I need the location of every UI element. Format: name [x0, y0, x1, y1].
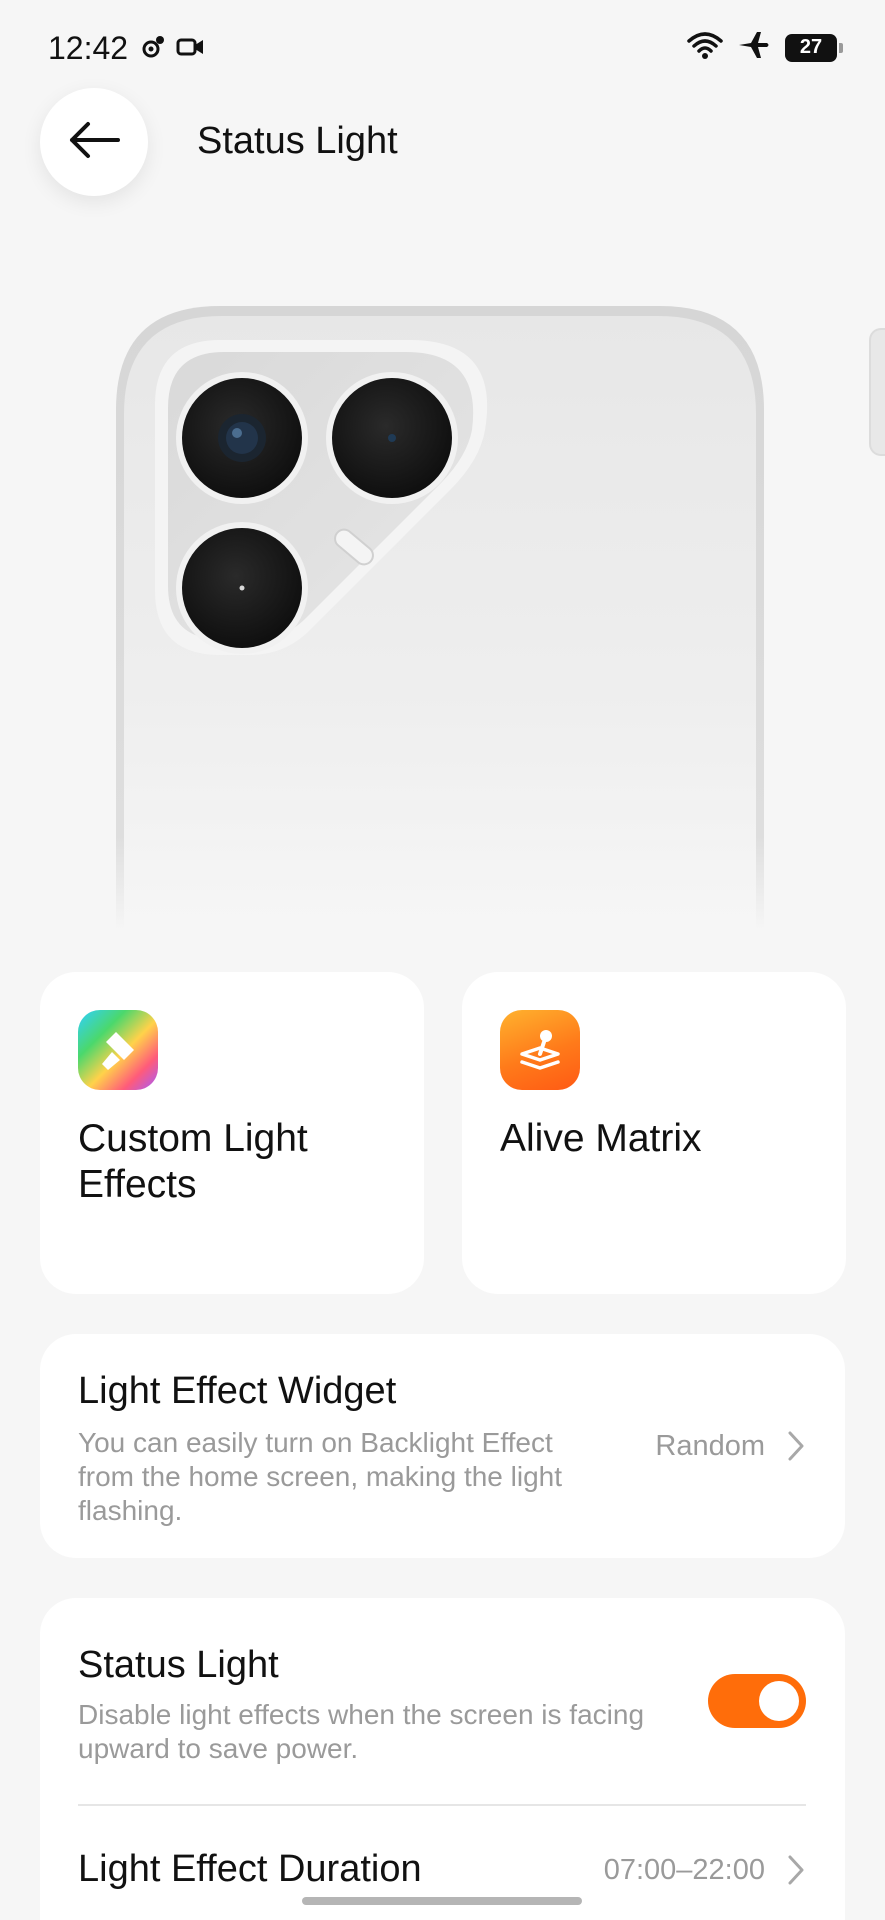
- status-light-toggle[interactable]: [708, 1674, 806, 1728]
- gear-badge-icon: [140, 34, 166, 65]
- duration-value: 07:00–22:00: [603, 1854, 765, 1886]
- airplane-icon: [737, 30, 771, 65]
- home-indicator[interactable]: [302, 1897, 582, 1905]
- row-description: You can easily turn on Backlight Effect …: [78, 1427, 563, 1526]
- side-handle[interactable]: [869, 328, 885, 456]
- chevron-right-icon: [787, 1854, 805, 1891]
- page-title: Status Light: [197, 120, 398, 162]
- status-light-screen: 12:42 27 Status Light Custom Light Effec…: [0, 0, 885, 1920]
- row-value: Random: [655, 1430, 765, 1462]
- tile-label: Alive Matrix: [500, 1117, 702, 1160]
- chevron-right-icon: [787, 1430, 805, 1467]
- status-bar: 12:42 27: [0, 0, 885, 100]
- status-time: 12:42: [48, 30, 129, 66]
- paint-brush-icon: [78, 1010, 158, 1090]
- status-light-title: Status Light: [78, 1644, 279, 1686]
- duration-title: Light Effect Duration: [78, 1848, 422, 1890]
- back-button[interactable]: [40, 88, 148, 196]
- video-camera-icon: [176, 34, 206, 65]
- tile-label: Custom Light Effects: [78, 1117, 308, 1206]
- row-title: Light Effect Widget: [78, 1370, 397, 1412]
- battery-icon: 27: [785, 33, 843, 62]
- toggle-knob: [759, 1681, 799, 1721]
- status-light-description: Disable light effects when the screen is…: [78, 1699, 645, 1764]
- status-light-settings-card: Status Light Disable light effects when …: [40, 1598, 845, 1920]
- custom-light-effects-tile[interactable]: Custom Light Effects: [40, 972, 424, 1294]
- battery-level: 27: [799, 36, 823, 58]
- alive-matrix-tile[interactable]: Alive Matrix: [462, 972, 846, 1294]
- alive-matrix-icon: [500, 1010, 580, 1090]
- phone-illustration: [110, 300, 770, 930]
- arrow-left-icon: [66, 120, 122, 165]
- wifi-icon: [687, 30, 723, 65]
- light-effect-widget-row[interactable]: Light Effect Widget You can easily turn …: [40, 1334, 845, 1558]
